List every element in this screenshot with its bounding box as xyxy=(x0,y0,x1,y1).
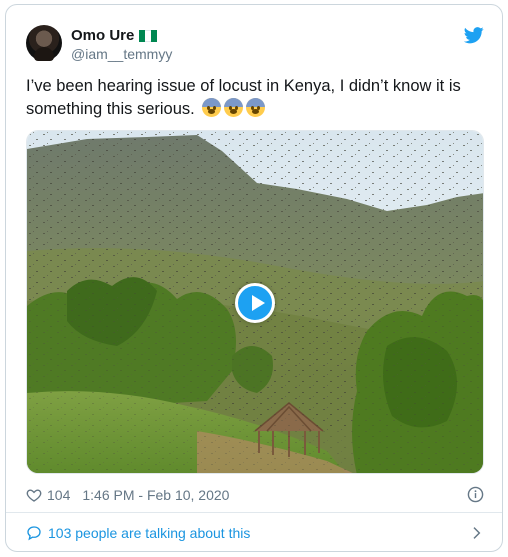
speech-bubble-icon xyxy=(27,526,41,541)
nigeria-flag-icon xyxy=(139,29,158,42)
anxious-face-with-sweat-icon xyxy=(224,98,244,117)
chevron-right-icon[interactable] xyxy=(468,525,484,541)
anxious-face-with-sweat-icon xyxy=(202,98,222,117)
tweet-body: I’ve been hearing issue of locust in Ken… xyxy=(26,77,461,118)
heart-icon[interactable] xyxy=(26,487,42,503)
avatar[interactable] xyxy=(26,25,62,61)
anxious-face-with-sweat-icon xyxy=(246,98,266,117)
twitter-bird-icon[interactable] xyxy=(464,25,484,45)
author-name-row[interactable]: Omo Ure xyxy=(71,27,158,44)
conversation-label[interactable]: 103 people are talking about this xyxy=(48,525,250,541)
tweet-text: I’ve been hearing issue of locust in Ken… xyxy=(26,75,486,121)
timestamp[interactable]: 1:46 PM - Feb 10, 2020 xyxy=(82,487,229,503)
tweet-meta: 104 1:46 PM - Feb 10, 2020 xyxy=(26,485,484,505)
play-button[interactable] xyxy=(235,283,275,323)
conversation-link[interactable]: 103 people are talking about this xyxy=(26,522,484,544)
divider xyxy=(6,512,502,513)
display-name[interactable]: Omo Ure xyxy=(71,27,134,44)
tweet-header: Omo Ure @iam__temmyy xyxy=(26,25,484,67)
tweet-card: Omo Ure @iam__temmyy I’ve been hearing i… xyxy=(5,4,503,552)
like-count[interactable]: 104 xyxy=(47,487,70,503)
info-icon[interactable] xyxy=(467,486,484,503)
handle[interactable]: @iam__temmyy xyxy=(71,46,172,62)
video-player[interactable] xyxy=(26,130,484,474)
